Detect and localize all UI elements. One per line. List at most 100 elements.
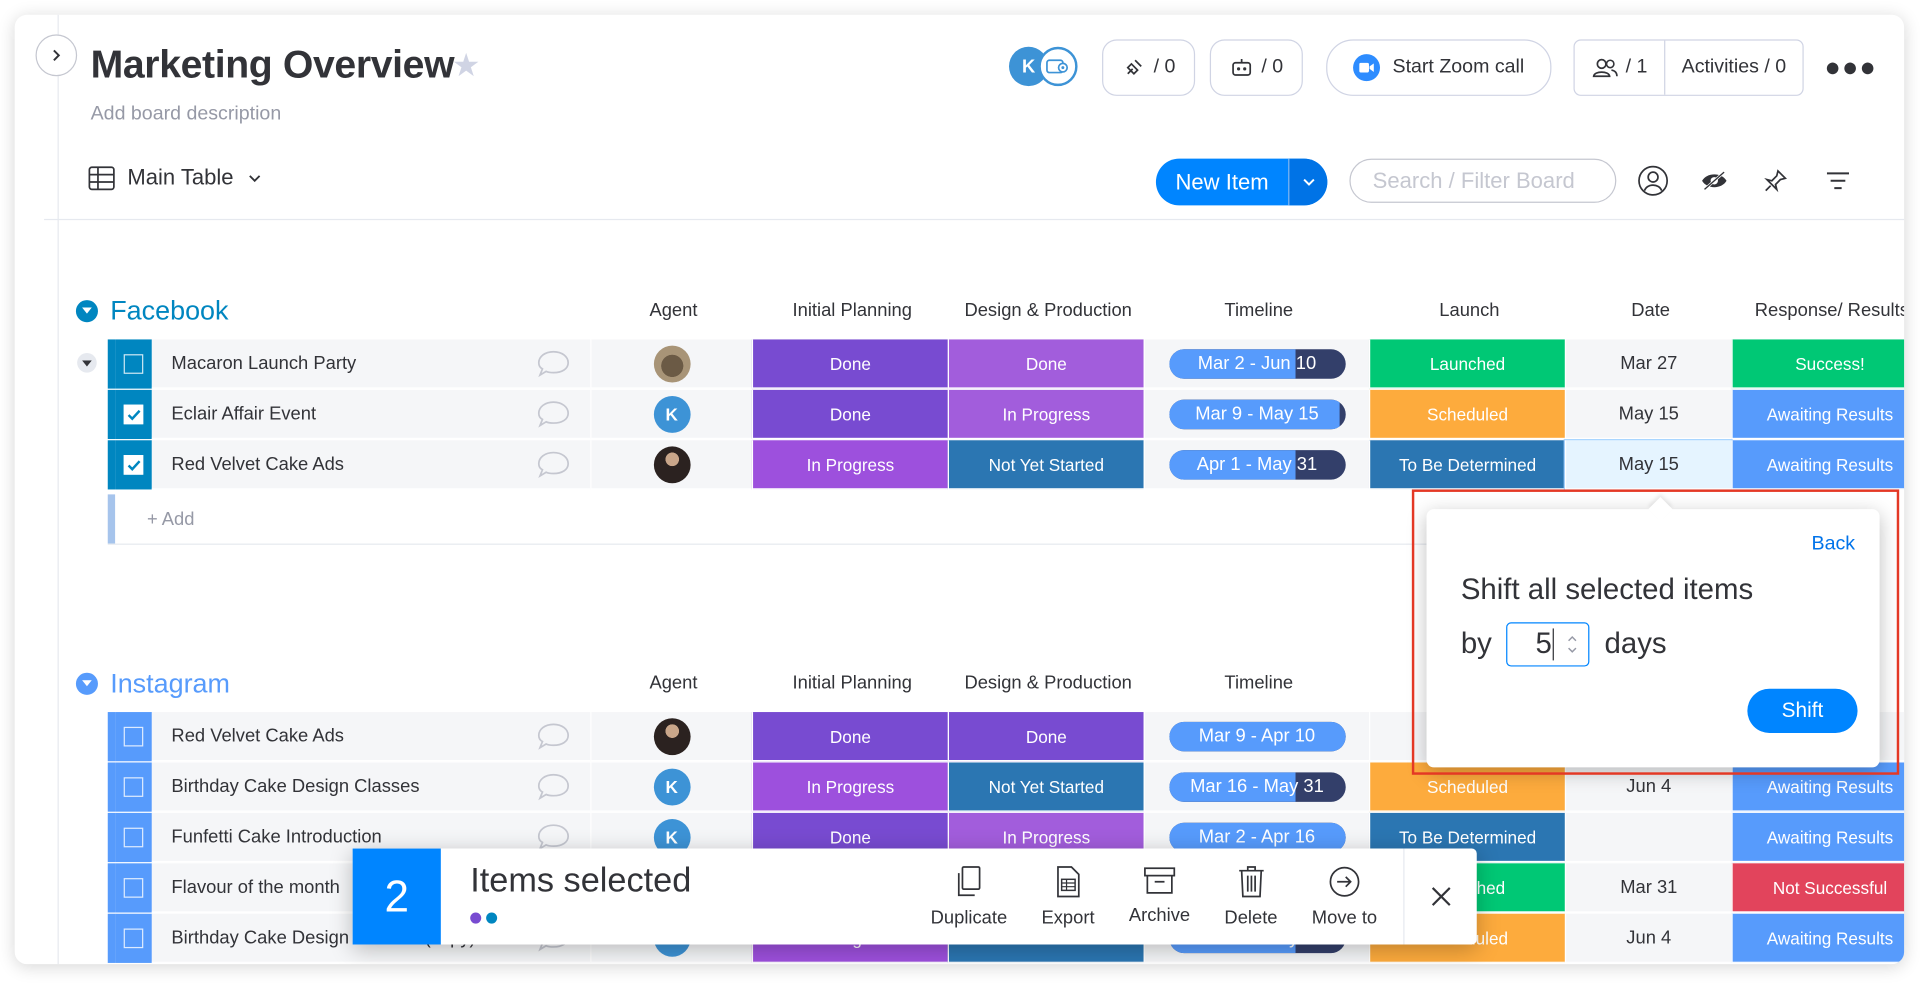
timeline-bar[interactable]: Mar 2 - Apr 16 xyxy=(1168,822,1346,852)
date-cell[interactable] xyxy=(1564,812,1732,863)
results-cell[interactable]: Awaiting Results xyxy=(1731,440,1905,490)
search-input[interactable]: Search / Filter Board xyxy=(1349,158,1617,203)
timeline-bar[interactable]: Mar 16 - May 31 xyxy=(1168,771,1346,802)
row-checkbox[interactable] xyxy=(123,354,144,374)
new-item-dropdown[interactable] xyxy=(1288,158,1328,206)
column-header-timeline[interactable]: Timeline xyxy=(1146,673,1371,694)
zoom-call-button[interactable]: Start Zoom call xyxy=(1326,39,1552,96)
timeline-bar[interactable]: Mar 2 - Jun 10 xyxy=(1168,348,1346,379)
pin-icon[interactable] xyxy=(1757,162,1794,199)
activities-button[interactable]: Activities / 0 xyxy=(1665,41,1802,95)
results-cell[interactable]: Awaiting Results xyxy=(1731,812,1905,863)
item-name[interactable]: Funfetti Cake Introduction xyxy=(171,826,381,847)
date-cell[interactable]: Mar 27 xyxy=(1564,339,1732,389)
checkbox-cell[interactable] xyxy=(115,712,152,762)
results-cell[interactable]: Awaiting Results xyxy=(1731,389,1905,440)
timeline-bar[interactable]: Apr 1 - May 31 xyxy=(1168,449,1346,480)
timeline-bar[interactable]: Mar 9 - May 15 xyxy=(1168,399,1346,429)
group-collapse-icon[interactable] xyxy=(75,300,98,323)
item-name[interactable]: Flavour of the month xyxy=(171,877,339,898)
timeline-cell[interactable]: Mar 2 - Jun 10 xyxy=(1143,339,1369,389)
avatar[interactable] xyxy=(653,717,691,755)
agent-cell[interactable] xyxy=(590,712,752,762)
column-header-initial-planning[interactable]: Initial Planning xyxy=(754,300,950,321)
launch-cell[interactable]: Scheduled xyxy=(1368,389,1565,440)
add-item-row[interactable]: + Add xyxy=(107,494,1430,544)
item-name[interactable]: Red Velvet Cake Ads xyxy=(171,454,344,475)
timeline-bar[interactable]: Mar 9 - Apr 10 xyxy=(1168,721,1346,751)
row-expand-icon[interactable] xyxy=(77,352,97,373)
move-to-action[interactable]: Move to xyxy=(1312,866,1377,945)
board-description[interactable]: Add board description xyxy=(91,103,282,125)
comment-bubble-icon[interactable] xyxy=(536,349,570,379)
column-header-results[interactable]: Response/ Results xyxy=(1734,300,1904,321)
checkbox-cell[interactable] xyxy=(115,339,152,389)
comment-bubble-icon[interactable] xyxy=(536,450,570,480)
checkbox-cell[interactable] xyxy=(115,762,152,812)
comment-bubble-icon[interactable] xyxy=(536,722,570,752)
item-name[interactable]: Eclair Affair Event xyxy=(171,403,316,424)
row-checkbox[interactable] xyxy=(123,878,144,898)
checkbox-cell[interactable] xyxy=(115,440,152,490)
checkbox-cell[interactable] xyxy=(115,812,152,863)
agent-cell[interactable]: K xyxy=(590,762,752,812)
avatar[interactable]: K xyxy=(653,395,691,433)
agent-cell[interactable] xyxy=(590,339,752,389)
initial-planning-cell[interactable]: In Progress xyxy=(751,440,948,490)
timeline-cell[interactable]: Mar 9 - Apr 10 xyxy=(1143,712,1369,762)
members-button[interactable]: / 1 xyxy=(1575,40,1666,95)
column-header-design-production[interactable]: Design & Production xyxy=(950,673,1146,694)
filter-icon[interactable] xyxy=(1820,162,1857,199)
comment-bubble-icon[interactable] xyxy=(536,772,570,802)
row-checkbox[interactable] xyxy=(123,726,144,747)
export-action[interactable]: Export xyxy=(1041,866,1095,945)
add-item-label[interactable]: + Add xyxy=(147,509,195,530)
date-cell[interactable]: Mar 31 xyxy=(1564,863,1732,913)
initial-planning-cell[interactable]: Done xyxy=(751,389,948,440)
date-cell[interactable]: May 15 xyxy=(1564,389,1732,440)
launch-cell[interactable]: To Be Determined xyxy=(1368,440,1565,490)
item-name[interactable]: Birthday Cake Design Classes xyxy=(171,776,419,797)
timeline-cell[interactable]: Apr 1 - May 31 xyxy=(1143,440,1369,490)
automations-button[interactable]: / 0 xyxy=(1209,39,1303,96)
checkbox-cell[interactable] xyxy=(115,863,152,913)
avatar[interactable] xyxy=(653,344,691,382)
comment-bubble-icon[interactable] xyxy=(536,400,570,430)
results-cell[interactable]: Not Successful xyxy=(1731,863,1905,913)
row-checkbox[interactable] xyxy=(123,404,144,425)
person-filter-icon[interactable] xyxy=(1635,162,1672,199)
archive-action[interactable]: Archive xyxy=(1129,866,1190,945)
initial-planning-cell[interactable]: In Progress xyxy=(751,762,948,812)
timeline-cell[interactable]: Mar 16 - May 31 xyxy=(1143,762,1369,812)
duplicate-action[interactable]: Duplicate xyxy=(931,866,1007,945)
item-name[interactable]: Red Velvet Cake Ads xyxy=(171,726,344,747)
date-cell[interactable]: May 15 xyxy=(1563,439,1733,491)
row-checkbox[interactable] xyxy=(123,777,144,797)
table-row[interactable]: Eclair Affair Event K Done In Progress Mar 9… xyxy=(107,389,1905,440)
more-options-icon[interactable]: ●●● xyxy=(1825,52,1878,84)
column-header-agent[interactable]: Agent xyxy=(593,300,755,321)
agent-cell[interactable] xyxy=(590,440,752,490)
launch-cell[interactable]: Launched xyxy=(1368,339,1565,389)
delete-action[interactable]: Delete xyxy=(1224,866,1278,945)
column-header-initial-planning[interactable]: Initial Planning xyxy=(754,673,950,694)
column-header-agent[interactable]: Agent xyxy=(593,673,755,694)
integrations-button[interactable]: / 0 xyxy=(1102,39,1196,96)
avatar[interactable] xyxy=(653,445,691,483)
column-header-design-production[interactable]: Design & Production xyxy=(950,300,1146,321)
checkbox-cell[interactable] xyxy=(115,389,152,440)
favorite-star-icon[interactable]: ★ xyxy=(452,47,481,85)
group-title[interactable]: Instagram xyxy=(110,668,230,700)
agent-cell[interactable]: K xyxy=(590,389,752,440)
row-checkbox[interactable] xyxy=(123,455,144,475)
close-action-bar[interactable] xyxy=(1403,848,1476,945)
board-title[interactable]: Marketing Overview xyxy=(91,42,455,88)
row-checkbox[interactable] xyxy=(123,827,144,848)
timeline-cell[interactable]: Mar 9 - May 15 xyxy=(1143,389,1369,440)
design-production-cell[interactable]: Done xyxy=(947,712,1144,762)
item-name-cell[interactable]: Red Velvet Cake Ads xyxy=(151,712,591,762)
new-item-button[interactable]: New Item xyxy=(1155,158,1328,206)
avatar[interactable]: K xyxy=(653,768,691,805)
results-cell[interactable]: Success! xyxy=(1731,339,1905,389)
design-production-cell[interactable]: Done xyxy=(947,339,1144,389)
